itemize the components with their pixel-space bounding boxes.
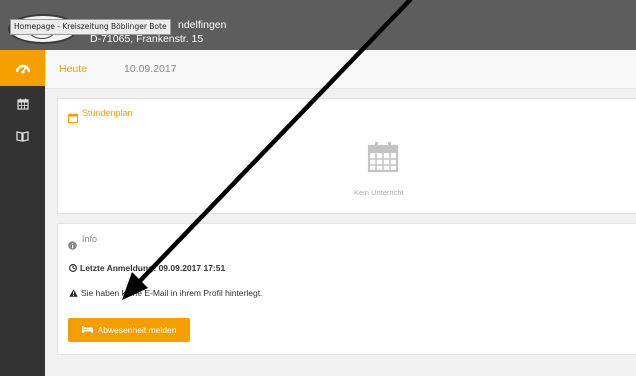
email-warning-line: Sie haben keine E-Mail in ihrem Profil h… [69, 288, 262, 299]
breadcrumb-date: 10.09.2017 [124, 63, 177, 75]
sidebar-item-book[interactable] [0, 118, 45, 154]
clock-icon [69, 264, 77, 274]
calendar-icon [68, 108, 78, 127]
last-login-value: 09.09.2017 17:51 [158, 263, 226, 273]
book-icon [16, 127, 29, 146]
bed-icon [81, 325, 93, 335]
info-icon [68, 235, 77, 254]
school-name: ndelfingen [178, 19, 227, 31]
email-warning-text: Sie haben keine E-Mail in ihrem Profil h… [81, 288, 263, 298]
last-login-prefix: Letzte Anmeldung: [80, 263, 157, 273]
calendar-icon [16, 95, 29, 114]
top-header: Homepage - Kreiszeitung Böblinger Bote n… [0, 0, 636, 50]
breadcrumb-today[interactable]: Heute [59, 63, 87, 75]
timetable-panel: Stundenplan Kein Unterricht [57, 98, 636, 214]
panel-title: Info [82, 234, 98, 244]
breadcrumb: Heute 10.09.2017 [45, 50, 636, 89]
sidebar-item-dashboard[interactable] [0, 50, 45, 86]
empty-timetable-text: Kein Unterricht [354, 188, 404, 197]
warning-icon [69, 289, 78, 299]
school-address: D-71065, Frankenstr. 15 [90, 33, 204, 45]
sidebar [0, 50, 45, 376]
calendar-icon [367, 141, 399, 177]
report-absence-button[interactable]: Abwesenheit melden [68, 318, 190, 342]
dashboard-icon [15, 59, 30, 78]
sidebar-item-calendar[interactable] [0, 86, 45, 122]
report-absence-label: Abwesenheit melden [97, 325, 177, 335]
panel-title: Stundenplan [82, 108, 133, 118]
last-login-line: Letzte Anmeldung: 09.09.2017 17:51 [69, 263, 225, 274]
